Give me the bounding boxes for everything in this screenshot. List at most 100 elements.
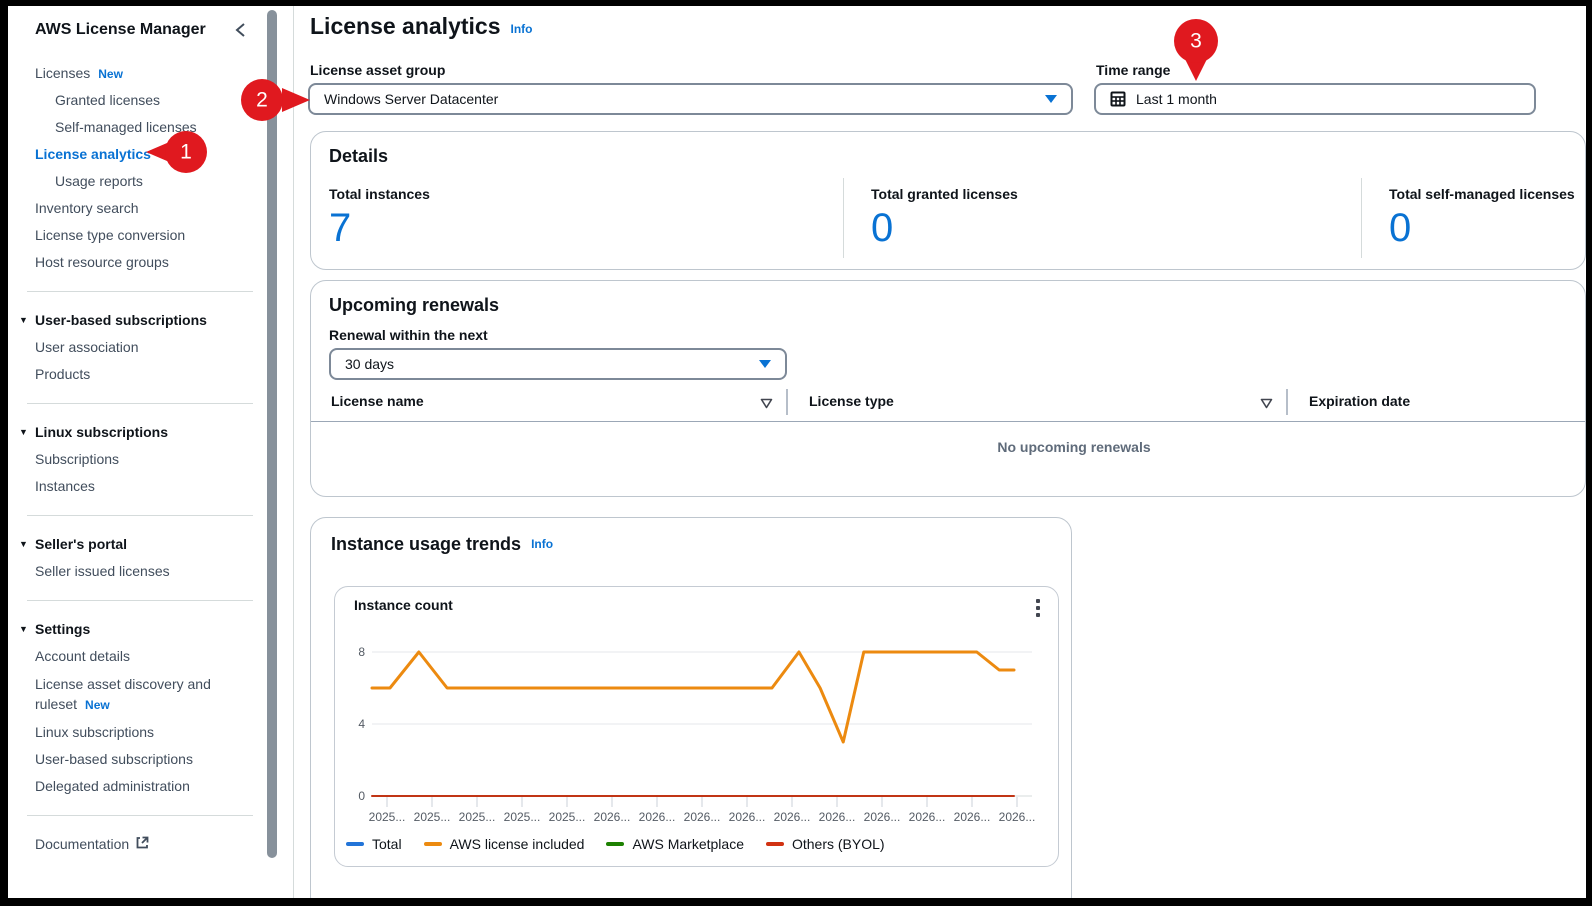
renewal-window-value: 30 days [345, 356, 395, 372]
renewal-window-select[interactable]: 30 days [329, 348, 787, 380]
x-axis-tick-label: 2025... [369, 810, 406, 824]
chart-menu-kebab-icon[interactable] [1034, 597, 1042, 619]
sidebar-item-account-details[interactable]: Account details [8, 643, 264, 670]
sidebar-section-user-based-subscriptions[interactable]: ▼ User-based subscriptions [8, 307, 264, 334]
empty-table-message: No upcoming renewals [997, 439, 1151, 455]
sidebar-item-label: Account details [35, 648, 130, 664]
column-divider [786, 389, 788, 415]
y-axis-tick-label: 8 [358, 645, 365, 659]
filter-icon[interactable] [1260, 396, 1273, 414]
sidebar-section-linux-subscriptions[interactable]: ▼ Linux subscriptions [8, 419, 264, 446]
column-header-license-type[interactable]: License type [809, 393, 894, 409]
asset-group-select[interactable]: Windows Server Datacenter [308, 83, 1073, 115]
sidebar-item-label: License asset discovery and ruleset [35, 676, 211, 712]
column-header-expiration-date[interactable]: Expiration date [1309, 393, 1410, 409]
legend-item-others-byol[interactable]: Others (BYOL) [765, 836, 885, 852]
calendar-icon [1110, 91, 1126, 107]
metric-value: 7 [329, 206, 352, 250]
x-axis-tick-label: 2026... [639, 810, 676, 824]
sidebar-item-label: Linux subscriptions [35, 724, 155, 740]
trends-info-link[interactable]: Info [531, 537, 553, 551]
details-panel: Details Total instances 7 Total granted … [310, 131, 1586, 270]
legend-dash-icon [606, 842, 625, 846]
app-window: AWS License Manager Licenses New Granted l… [8, 6, 1586, 898]
collapse-sidebar-icon[interactable] [235, 23, 246, 37]
metric-value: 0 [871, 206, 894, 250]
sidebar-item-usage-reports[interactable]: Usage reports [8, 168, 264, 195]
page-info-link[interactable]: Info [511, 22, 533, 36]
sidebar-item-user-based-subscriptions[interactable]: User-based subscriptions [8, 746, 264, 773]
sidebar: AWS License Manager Licenses New Granted l… [8, 6, 264, 898]
sidebar-item-label: License analytics [35, 146, 151, 162]
sidebar-item-license-analytics[interactable]: License analytics [8, 141, 264, 168]
sidebar-item-license-asset-discovery-and-ruleset[interactable]: License asset discovery and ruleset New [8, 670, 264, 719]
sidebar-item-granted-licenses[interactable]: Granted licenses [8, 87, 264, 114]
sidebar-divider [27, 515, 253, 516]
sidebar-item-label: Products [35, 366, 91, 382]
legend-label: AWS Marketplace [632, 836, 744, 852]
sidebar-item-self-managed-licenses[interactable]: Self-managed licenses [8, 114, 264, 141]
metric-total-instances: Total instances 7 [329, 186, 430, 250]
sidebar-item-delegated-administration[interactable]: Delegated administration [8, 773, 264, 800]
external-link-icon [136, 836, 149, 852]
sidebar-item-label: Documentation [35, 836, 130, 852]
sidebar-item-label: Delegated administration [35, 778, 190, 794]
column-header-license-name[interactable]: License name [331, 393, 424, 409]
sidebar-scrollbar-thumb[interactable] [267, 10, 277, 858]
time-range-input[interactable]: Last 1 month [1094, 83, 1536, 115]
chart-legend: Total AWS license included AWS Marketplace… [346, 836, 885, 852]
upcoming-renewals-panel: Upcoming renewals Renewal within the nex… [310, 280, 1586, 497]
sidebar-item-user-association[interactable]: User association [8, 334, 264, 361]
sidebar-section-settings[interactable]: ▼ Settings [8, 616, 264, 643]
sidebar-nav-list: Licenses New Granted licenses Self-managed … [8, 60, 264, 858]
x-axis-tick-label: 2025... [414, 810, 451, 824]
time-range-label: Time range [1096, 62, 1171, 78]
metric-total-self-managed-licenses: Total self-managed licenses 0 [1389, 186, 1575, 250]
metric-label: Total instances [329, 186, 430, 202]
filter-icon[interactable] [760, 396, 773, 414]
metric-value: 0 [1389, 206, 1412, 250]
new-badge: New [98, 67, 123, 81]
x-axis-tick-label: 2026... [594, 810, 631, 824]
section-caret-icon: ▼ [19, 315, 28, 325]
x-axis-tick-label: 2025... [504, 810, 541, 824]
sidebar-item-inventory-search[interactable]: Inventory search [8, 195, 264, 222]
sidebar-scrollbar-track[interactable] [266, 6, 280, 898]
x-axis-tick-label: 2025... [459, 810, 496, 824]
legend-dash-icon [423, 842, 442, 846]
svg-text:2: 2 [256, 89, 268, 112]
x-axis-tick-label: 2026... [954, 810, 991, 824]
sidebar-item-linux-subscriptions[interactable]: Linux subscriptions [8, 719, 264, 746]
sidebar-item-products[interactable]: Products [8, 361, 264, 388]
legend-item-total[interactable]: Total [346, 836, 402, 852]
dropdown-caret-icon [1045, 95, 1057, 103]
sidebar-divider [27, 403, 253, 404]
section-caret-icon: ▼ [19, 539, 28, 549]
main-content: License analytics Info License asset gro… [295, 6, 1586, 898]
sidebar-item-license-type-conversion[interactable]: License type conversion [8, 222, 264, 249]
legend-item-aws-license-included[interactable]: AWS license included [423, 836, 584, 852]
table-header-rule [311, 421, 1585, 422]
callout-marker-2: 2 [241, 79, 310, 121]
new-badge: New [85, 698, 110, 712]
sidebar-item-documentation[interactable]: Documentation [8, 831, 264, 858]
sidebar-title: AWS License Manager [35, 21, 206, 38]
x-axis-tick-label: 2026... [999, 810, 1036, 824]
metric-divider [843, 178, 844, 258]
sidebar-item-seller-issued-licenses[interactable]: Seller issued licenses [8, 558, 264, 585]
sidebar-item-label: Subscriptions [35, 451, 120, 467]
y-axis-tick-label: 0 [358, 789, 365, 803]
sidebar-item-host-resource-groups[interactable]: Host resource groups [8, 249, 264, 276]
sidebar-section-seller-s-portal[interactable]: ▼ Seller's portal [8, 531, 264, 558]
svg-text:3: 3 [1190, 30, 1202, 53]
legend-item-aws-marketplace[interactable]: AWS Marketplace [606, 836, 744, 852]
sidebar-item-label: User-based subscriptions [35, 751, 193, 767]
sidebar-item-label: Instances [35, 478, 95, 494]
sidebar-item-licenses[interactable]: Licenses New [8, 60, 264, 87]
x-axis-tick-label: 2026... [774, 810, 811, 824]
x-axis-tick-label: 2026... [864, 810, 901, 824]
sidebar-item-instances[interactable]: Instances [8, 473, 264, 500]
sidebar-item-label: Host resource groups [35, 254, 169, 270]
sidebar-item-subscriptions[interactable]: Subscriptions [8, 446, 264, 473]
instance-usage-trends-panel: Instance usage trends Info Instance coun… [310, 517, 1072, 898]
